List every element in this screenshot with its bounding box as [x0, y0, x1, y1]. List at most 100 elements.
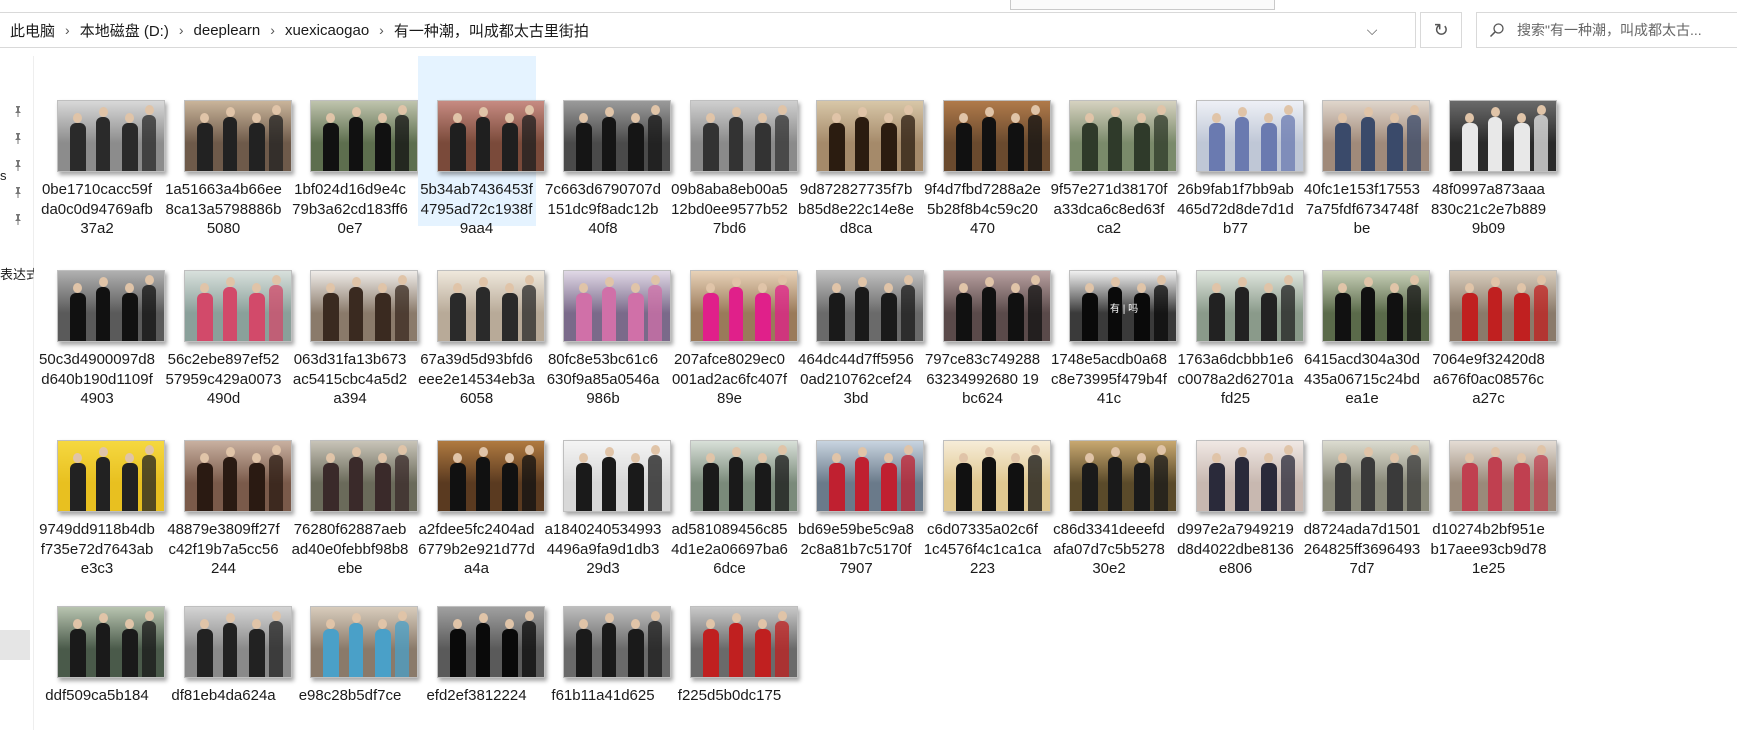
file-item[interactable]: 1a51663a4b66ee8ca13a5798886b5080 — [165, 56, 292, 237]
file-item[interactable]: bd69e59be5c9a82c8a81b7c5170f7907 — [797, 396, 924, 577]
file-item[interactable]: 063d31fa13b673ac5415cbc4a5d2a394 — [291, 226, 418, 407]
sidebar-item-partial-label[interactable]: 表达式 — [0, 264, 34, 283]
image-thumbnail[interactable] — [1195, 440, 1304, 512]
image-thumbnail[interactable] — [183, 100, 292, 172]
file-item[interactable]: 50c3d4900097d8d640b190d1109f4903 — [38, 226, 165, 407]
image-thumbnail[interactable] — [436, 100, 545, 172]
image-thumbnail[interactable] — [310, 100, 418, 172]
file-item[interactable]: ddf509ca5b184 — [38, 562, 165, 730]
image-thumbnail[interactable] — [57, 440, 165, 512]
file-item[interactable]: 797ce83c74928863234992680 19bc624 — [924, 226, 1051, 407]
image-thumbnail[interactable] — [1069, 440, 1177, 512]
image-thumbnail[interactable] — [563, 100, 671, 172]
file-item[interactable]: a2fdee5fc2404ad6779b2e921d77da4a — [418, 396, 545, 577]
image-thumbnail[interactable] — [816, 100, 924, 172]
breadcrumb-item[interactable]: xuexicaogao — [279, 22, 375, 39]
breadcrumb-item[interactable]: deeplearn — [188, 22, 267, 39]
image-thumbnail[interactable] — [689, 100, 798, 172]
file-item[interactable]: 26b9fab1f7bb9ab465d72d8de7d1db77 — [1177, 56, 1304, 237]
image-thumbnail[interactable] — [57, 606, 165, 678]
image-thumbnail[interactable] — [689, 606, 798, 678]
file-item[interactable]: 6415acd304a30d435a06715c24bdea1e — [1303, 226, 1430, 407]
breadcrumb-separator-icon[interactable]: › — [61, 22, 74, 38]
sidebar-item-partial[interactable]: s — [0, 168, 7, 183]
refresh-button[interactable]: ↻ — [1420, 12, 1462, 48]
file-item[interactable]: a18402405349934496a9fa9d1db329d3 — [544, 396, 671, 577]
image-thumbnail[interactable]: 有 | 吗 — [1069, 270, 1177, 342]
breadcrumb-item[interactable]: 此电脑 — [4, 20, 61, 41]
file-item[interactable]: 9749dd9118b4dbf735e72d7643abe3c3 — [38, 396, 165, 577]
image-thumbnail[interactable] — [942, 440, 1051, 512]
image-thumbnail[interactable] — [1069, 100, 1177, 172]
file-item[interactable]: 1bf024d16d9e4c79b3a62cd183ff60e7 — [291, 56, 418, 237]
file-item[interactable]: 207afce8029ec0001ad2ac6fc407f89e — [671, 226, 798, 407]
image-thumbnail[interactable] — [1195, 270, 1304, 342]
scrollbar-thumb[interactable] — [0, 630, 30, 660]
image-thumbnail[interactable] — [563, 440, 671, 512]
file-item[interactable]: d10274b2bf951eb17aee93cb9d781e25 — [1430, 396, 1557, 577]
image-thumbnail[interactable] — [816, 440, 924, 512]
file-item[interactable]: f225d5b0dc175 — [671, 562, 798, 730]
image-thumbnail[interactable] — [563, 606, 671, 678]
file-item[interactable]: 464dc44d7ff59560ad210762cef243bd — [797, 226, 924, 407]
image-thumbnail[interactable] — [816, 270, 924, 342]
search-box[interactable]: 搜索"有一种潮，叫成都太古... — [1476, 12, 1737, 48]
file-item[interactable]: 80fc8e53bc61c6630f9a85a0546a986b — [544, 226, 671, 407]
search-input[interactable]: 搜索"有一种潮，叫成都太古... — [1517, 20, 1702, 40]
file-item[interactable]: 48f0997a873aaa830c21c2e7b8899b09 — [1430, 56, 1557, 237]
file-item[interactable]: 1763a6dcbbb1e6c0078a2d62701afd25 — [1177, 226, 1304, 407]
image-thumbnail[interactable] — [942, 100, 1051, 172]
file-item[interactable]: 9f4d7fbd7288a2e5b28f8b4c59c20470 — [924, 56, 1051, 237]
image-thumbnail[interactable] — [57, 270, 165, 342]
file-item[interactable]: c86d3341deeefdafa07d7c5b527830e2 — [1050, 396, 1177, 577]
file-item[interactable]: 7064e9f32420d8a676f0ac08576ca27c — [1430, 226, 1557, 407]
file-item[interactable]: 56c2ebe897ef5257959c429a0073490d — [165, 226, 292, 407]
file-item[interactable]: c6d07335a02c6f1c4576f4c1ca1ca223 — [924, 396, 1051, 577]
file-item[interactable]: 0be1710cacc59fda0c0d94769afb37a2 — [38, 56, 165, 237]
image-thumbnail[interactable] — [1448, 270, 1557, 342]
file-item[interactable]: 9f57e271d38170fa33dca6c8ed63fca2 — [1050, 56, 1177, 237]
image-thumbnail[interactable] — [942, 270, 1051, 342]
image-thumbnail[interactable] — [1322, 100, 1430, 172]
file-item[interactable]: ad581089456c854d1e2a06697ba66dce — [671, 396, 798, 577]
image-thumbnail[interactable] — [1322, 270, 1430, 342]
file-item[interactable]: 09b8aba8eb00a512bd0ee9577b527bd6 — [671, 56, 798, 237]
image-thumbnail[interactable] — [183, 270, 292, 342]
image-thumbnail[interactable] — [1195, 100, 1304, 172]
image-thumbnail[interactable] — [57, 100, 165, 172]
image-thumbnail[interactable] — [563, 270, 671, 342]
file-item[interactable]: 48879e3809ff27fc42f19b7a5cc56244 — [165, 396, 292, 577]
breadcrumb-separator-icon[interactable]: › — [175, 22, 188, 38]
file-item[interactable]: 40fc1e153f175537a75fdf6734748fbe — [1303, 56, 1430, 237]
file-item[interactable]: efd2ef3812224 — [418, 562, 545, 730]
breadcrumb-item[interactable]: 有一种潮，叫成都太古里街拍 — [388, 20, 595, 41]
image-thumbnail[interactable] — [689, 270, 798, 342]
breadcrumb-item[interactable]: 本地磁盘 (D:) — [74, 20, 175, 41]
image-thumbnail[interactable] — [183, 606, 292, 678]
file-item[interactable]: 5b34ab7436453f4795ad72c1938f9aa4 — [417, 56, 545, 237]
image-thumbnail[interactable] — [436, 606, 545, 678]
floating-toolbar[interactable] — [1010, 0, 1275, 10]
image-thumbnail[interactable] — [436, 270, 545, 342]
file-item[interactable]: d997e2a7949219d8d4022dbe8136e806 — [1177, 396, 1304, 577]
image-thumbnail[interactable] — [689, 440, 798, 512]
file-item[interactable]: 9d872827735f7bb85d8e22c14e8ed8ca — [797, 56, 924, 237]
address-bar[interactable]: 此电脑 › 本地磁盘 (D:) › deeplearn › xuexicaogao › 有一种潮… — [0, 12, 1416, 48]
file-item[interactable]: 有 | 吗 1748e5acdb0a68c8e73995f479b4f41c — [1050, 226, 1177, 407]
file-item[interactable]: 67a39d5d93bfd6eee2e14534eb3a6058 — [418, 226, 545, 407]
file-item[interactable]: e98c28b5df7ce — [291, 562, 418, 730]
image-thumbnail[interactable] — [183, 440, 292, 512]
image-thumbnail[interactable] — [436, 440, 545, 512]
file-item[interactable]: d8724ada7d1501264825ff36964937d7 — [1303, 396, 1430, 577]
breadcrumb-separator-icon[interactable]: › — [266, 22, 279, 38]
address-dropdown-button[interactable]: ⌵ — [1357, 13, 1387, 47]
breadcrumb-separator-icon[interactable]: › — [375, 22, 388, 38]
image-thumbnail[interactable] — [1448, 440, 1557, 512]
image-thumbnail[interactable] — [310, 606, 418, 678]
image-thumbnail[interactable] — [310, 440, 418, 512]
file-item[interactable]: 76280f62887aebad40e0febbf98b8ebe — [291, 396, 418, 577]
image-thumbnail[interactable] — [1448, 100, 1557, 172]
file-item[interactable]: 7c663d6790707d151dc9f8adc12b40f8 — [544, 56, 671, 237]
image-thumbnail[interactable] — [1322, 440, 1430, 512]
image-thumbnail[interactable] — [310, 270, 418, 342]
